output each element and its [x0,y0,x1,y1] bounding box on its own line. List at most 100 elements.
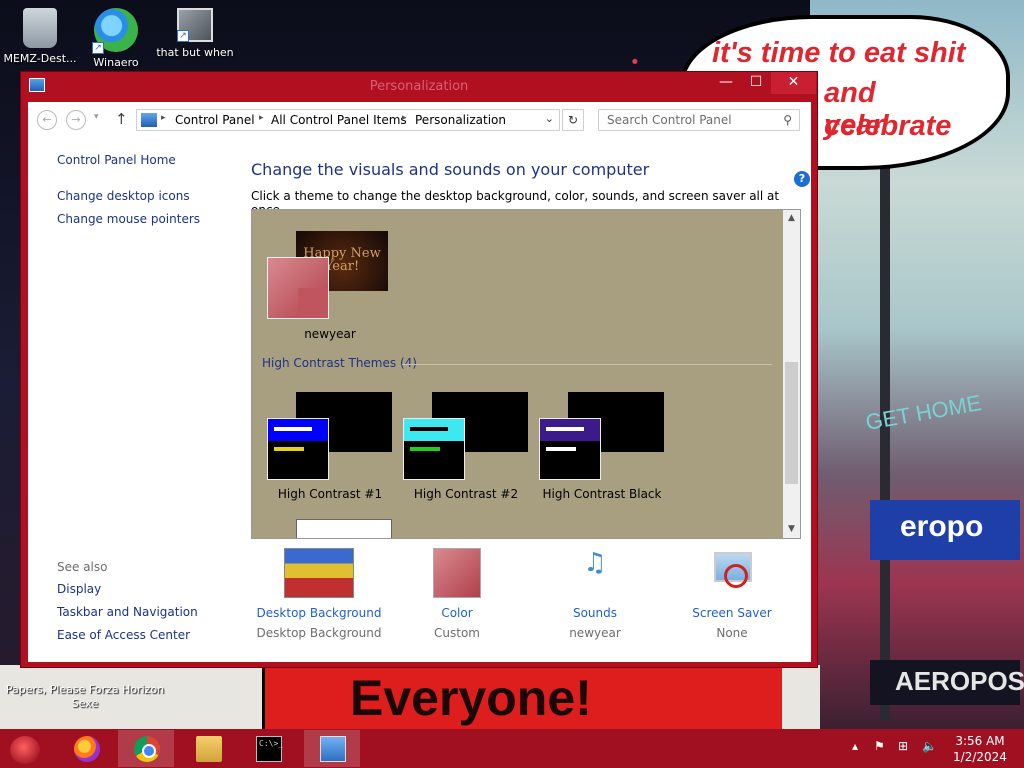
wallpaper-text: Everyone! [350,670,592,726]
chevron-down-icon[interactable]: ⌄ [545,112,554,125]
control-panel-icon [320,736,346,762]
recycle-bin-icon [23,8,57,48]
theme-preview-color-inner [298,288,328,318]
hc-text-line [410,447,440,451]
theme-list[interactable]: Happy New Year! newyear High Contrast Th… [251,209,801,539]
maximize-button[interactable]: ☐ [741,72,771,94]
show-hidden-icons-chevron-icon[interactable]: ▴ [852,739,858,753]
desktop-icon-label: Winaero [93,56,139,69]
desktop-icon-memz[interactable]: MEMZ-Dest... [0,8,80,65]
desktop-icon-winaero[interactable]: ↗ Winaero [76,8,156,69]
theme-preview-color [267,418,329,480]
refresh-button[interactable]: ↻ [562,109,584,131]
taskbar-firefox[interactable] [58,730,114,767]
hc-title-line [274,427,312,431]
setting-label[interactable]: Color [387,606,527,620]
scroll-up-arrow-icon[interactable]: ▲ [783,210,800,227]
control-panel-home-link[interactable]: Control Panel Home [57,153,176,167]
breadcrumb-control-panel[interactable]: Control Panel [175,113,255,127]
network-icon[interactable]: ⊞ [898,739,908,753]
change-desktop-icons-link[interactable]: Change desktop icons [57,189,190,203]
color-setting[interactable]: Color Custom [387,548,527,640]
navigation-bar: ← → ▾ ↑ ▸ Control Panel ▸ All Control Pa… [28,102,811,138]
breadcrumb-personalization[interactable]: Personalization [415,113,506,127]
window-titlebar[interactable]: Personalization — ☐ ✕ [21,72,817,102]
scrollbar-thumb[interactable] [785,362,798,484]
prohibited-icon [724,564,748,588]
taskbar-chrome[interactable] [118,730,174,767]
setting-value: Custom [434,626,480,640]
hc-title-line [410,427,448,431]
chevron-right-icon[interactable]: ▸ [259,113,264,123]
taskbar-navigation-link[interactable]: Taskbar and Navigation [57,605,198,619]
chevron-right-icon[interactable]: ▸ [402,113,407,123]
color-swatch-icon [433,548,481,598]
theme-name: High Contrast Black [542,487,662,501]
sounds-setting[interactable]: ♫ Sounds newyear [525,548,665,640]
theme-name: High Contrast #2 [413,487,519,501]
edge-browser-icon: ↗ [92,8,138,54]
minimize-button[interactable]: — [711,72,741,94]
wallpaper-sign: AEROPOS [870,660,1024,705]
command-prompt-icon: C:\>_ [256,736,283,762]
theme-preview-color [539,418,601,480]
desktop-background-setting[interactable]: Desktop Background Desktop Background [249,548,389,640]
search-input[interactable]: Search Control Panel ⚲ [598,109,800,131]
setting-value: Desktop Background [256,626,382,640]
start-orb-icon [10,736,40,764]
breadcrumb-all-items[interactable]: All Control Panel Items [271,113,407,127]
music-notes-icon: ♫ [583,548,607,578]
group-divider [402,364,772,365]
help-button[interactable]: ? [794,171,810,187]
search-placeholder: Search Control Panel [607,113,732,127]
screen-saver-icon [710,548,754,598]
hc-text-line [546,447,576,451]
window-title: Personalization [369,79,469,94]
screen-saver-setting[interactable]: Screen Saver None [662,548,802,640]
scroll-down-arrow-icon[interactable]: ▼ [783,521,800,538]
desktop-icon-label: that but when [156,46,234,59]
desktop-background-thumbnail [284,548,354,598]
setting-label[interactable]: Screen Saver [662,606,802,620]
group-header-high-contrast: High Contrast Themes (4) [262,356,417,370]
address-bar[interactable]: ▸ Control Panel ▸ All Control Panel Item… [136,109,560,131]
setting-label[interactable]: Sounds [525,606,665,620]
setting-label[interactable]: Desktop Background [249,606,389,620]
theme-preview-color [403,418,465,480]
window-stack-icon: ↗ [177,8,213,42]
desktop-icon-that-but-when[interactable]: ↗ that but when [155,8,235,59]
back-button[interactable]: ← [37,110,57,130]
wallpaper-sign: eropo [870,500,1020,560]
taskbar-command-prompt[interactable]: C:\>_ [240,730,296,767]
setting-value: None [716,626,748,640]
wallpaper-bottom-art: Everyone! Papers, Please Forza Horizon S… [0,665,820,730]
action-center-flag-icon[interactable]: ⚑ [874,739,885,753]
start-button[interactable] [0,730,56,767]
forward-button[interactable]: → [66,110,86,130]
recent-locations-button[interactable]: ▾ [94,112,99,122]
window-client-area: ← → ▾ ↑ ▸ Control Panel ▸ All Control Pa… [28,102,811,662]
chrome-icon [134,736,160,762]
desktop-icon-label[interactable]: Papers, Please Forza Horizon Sexe [0,683,170,711]
display-link[interactable]: Display [57,582,101,596]
change-mouse-pointers-link[interactable]: Change mouse pointers [57,212,200,226]
theme-list-scrollbar[interactable]: ▲ ▼ [783,210,800,538]
bubble-line: year [824,109,884,141]
close-button[interactable]: ✕ [771,72,816,94]
wallpaper-pole [880,160,890,720]
ease-of-access-link[interactable]: Ease of Access Center [57,628,190,642]
hc-text-line [274,447,304,451]
search-icon[interactable]: ⚲ [783,113,792,127]
theme-preview-partial[interactable] [296,519,392,538]
bubble-line: it's time to eat shit [712,37,966,69]
taskbar-clock[interactable]: 3:56 AM 1/2/2024 [946,733,1014,765]
folder-icon [196,736,222,762]
chevron-right-icon[interactable]: ▸ [161,113,166,123]
volume-muted-icon[interactable]: 🔈 [922,739,937,753]
taskbar-file-explorer[interactable] [180,730,236,767]
hc-title-line [546,427,584,431]
taskbar-control-panel[interactable] [304,730,360,767]
up-button[interactable]: ↑ [115,110,128,128]
theme-preview-color [267,257,329,319]
theme-name: High Contrast #1 [277,487,383,501]
